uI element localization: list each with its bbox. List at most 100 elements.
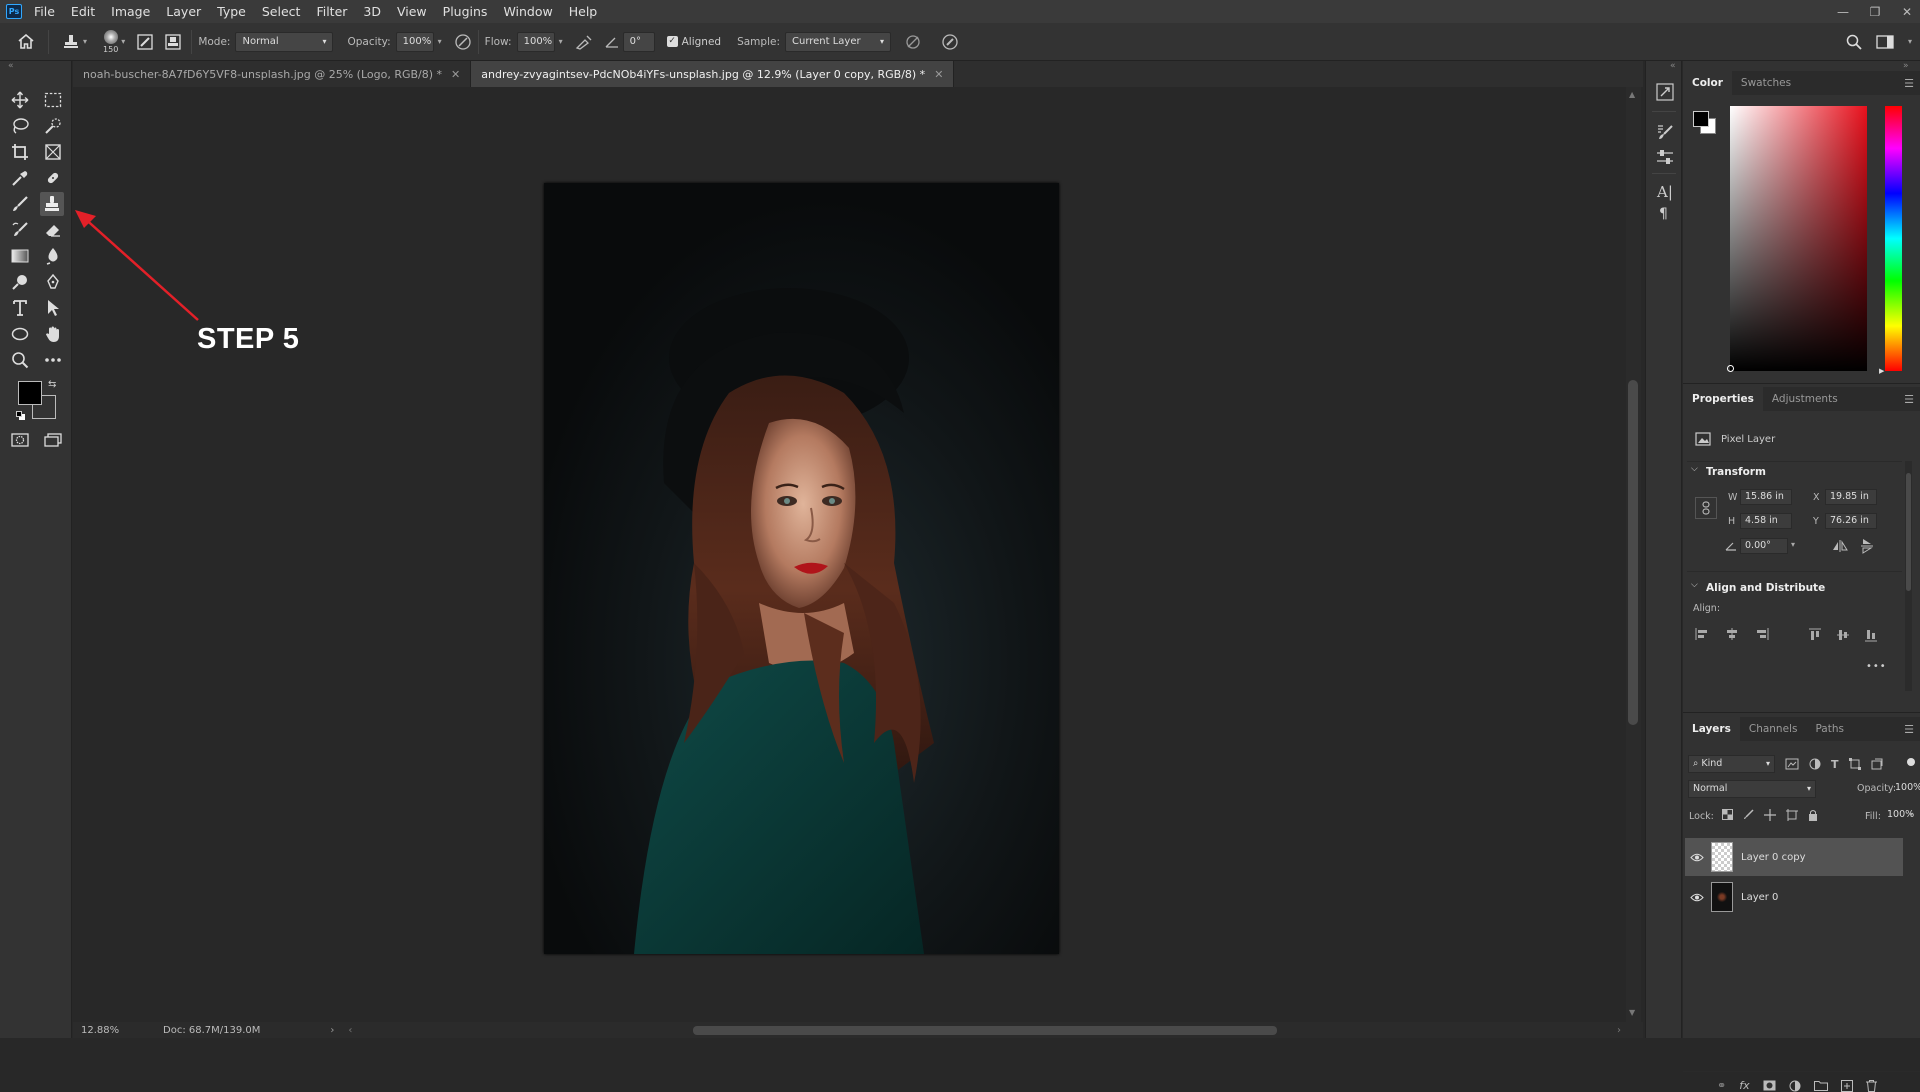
sample-dropdown[interactable]: Current Layer ▾: [785, 31, 891, 52]
eraser-tool-icon[interactable]: [41, 218, 65, 242]
panel-menu-icon[interactable]: ☰: [1904, 393, 1914, 406]
more-tools-icon[interactable]: [41, 348, 65, 372]
collapse-toolbox-icon[interactable]: «: [8, 61, 14, 71]
airbrush-icon[interactable]: [575, 34, 593, 50]
color-picker-field[interactable]: [1730, 106, 1867, 371]
tab-channels[interactable]: Channels: [1740, 717, 1807, 741]
lasso-tool-icon[interactable]: [8, 114, 32, 138]
add-mask-icon[interactable]: [1763, 1080, 1776, 1091]
menu-file[interactable]: File: [26, 0, 63, 23]
blend-mode-dropdown[interactable]: Normal ▾: [1688, 780, 1816, 798]
expand-panels-icon[interactable]: «: [1670, 61, 1676, 71]
align-top-edges-icon[interactable]: [1809, 628, 1821, 642]
layer-effects-icon[interactable]: fx: [1739, 1079, 1749, 1092]
close-tab-icon[interactable]: ✕: [934, 68, 943, 81]
transform-section-title[interactable]: Transform: [1706, 466, 1766, 478]
link-layers-icon[interactable]: ⚭: [1717, 1079, 1726, 1092]
filter-toggle[interactable]: [1907, 758, 1915, 766]
tab-layers[interactable]: Layers: [1683, 717, 1740, 741]
clone-source-icon[interactable]: [165, 33, 181, 50]
layer-opacity-field[interactable]: 100%: [1891, 780, 1920, 798]
dodge-tool-icon[interactable]: [8, 270, 32, 294]
filter-type-icon[interactable]: T: [1831, 758, 1839, 771]
align-left-edges-icon[interactable]: [1695, 628, 1709, 642]
layer-filter-kind[interactable]: ⌕ Kind ▾: [1688, 755, 1775, 773]
history-panel-icon[interactable]: [1656, 83, 1674, 101]
menu-edit[interactable]: Edit: [63, 0, 103, 23]
chevron-down-icon[interactable]: ▾: [559, 37, 563, 46]
tab-swatches[interactable]: Swatches: [1732, 71, 1800, 95]
chevron-down-icon[interactable]: ⌵: [1691, 580, 1698, 590]
properties-scrollbar-thumb[interactable]: [1906, 473, 1911, 591]
tool-preset-picker[interactable]: ▾: [63, 34, 87, 50]
chevron-down-icon[interactable]: ▾: [438, 37, 442, 46]
quick-selection-tool-icon[interactable]: [41, 114, 65, 138]
visibility-eye-icon[interactable]: [1685, 893, 1709, 902]
menu-filter[interactable]: Filter: [308, 0, 355, 23]
lock-position-icon[interactable]: [1764, 809, 1776, 821]
new-layer-icon[interactable]: [1840, 1079, 1853, 1092]
workspace-icon[interactable]: [1876, 34, 1894, 49]
clone-source-panel-icon[interactable]: [1656, 149, 1674, 165]
zoom-tool-icon[interactable]: [8, 348, 32, 372]
menu-help[interactable]: Help: [561, 0, 606, 23]
aligned-checkbox[interactable]: ✓ Aligned: [666, 36, 721, 48]
filter-shape-icon[interactable]: [1848, 758, 1861, 771]
new-group-icon[interactable]: [1813, 1080, 1828, 1091]
status-menu-icon[interactable]: ›: [330, 1025, 334, 1036]
chevron-down-icon[interactable]: ▾: [1909, 810, 1913, 819]
layer-name[interactable]: Layer 0: [1741, 892, 1778, 903]
scroll-right-icon[interactable]: ›: [1617, 1025, 1621, 1036]
pressure-opacity-icon[interactable]: [454, 33, 472, 51]
menu-3d[interactable]: 3D: [355, 0, 389, 23]
menu-select[interactable]: Select: [254, 0, 309, 23]
close-button[interactable]: ✕: [1900, 5, 1914, 19]
document-tab-2[interactable]: andrey-zvyagintsev-PdcNOb4iYFs-unsplash.…: [471, 61, 955, 87]
tab-adjustments[interactable]: Adjustments: [1763, 387, 1847, 411]
align-horizontal-centers-icon[interactable]: [1725, 628, 1739, 642]
minimize-button[interactable]: —: [1836, 5, 1850, 19]
scroll-down-icon[interactable]: ▼: [1629, 1008, 1635, 1017]
vertical-scrollbar-thumb[interactable]: [1628, 380, 1638, 725]
flip-vertical-icon[interactable]: [1861, 538, 1873, 554]
tab-properties[interactable]: Properties: [1683, 387, 1763, 411]
brush-settings-icon[interactable]: [137, 33, 153, 50]
panel-menu-icon[interactable]: ☰: [1904, 723, 1914, 736]
swap-colors-icon[interactable]: ⇆: [48, 379, 56, 390]
pressure-size-icon[interactable]: [941, 33, 959, 51]
default-colors-icon[interactable]: [16, 411, 26, 421]
pen-tool-icon[interactable]: [41, 270, 65, 294]
layer-name[interactable]: Layer 0 copy: [1741, 852, 1805, 863]
menu-image[interactable]: Image: [103, 0, 158, 23]
home-icon[interactable]: [18, 34, 34, 49]
layer-row-layer-0[interactable]: Layer 0: [1685, 878, 1903, 916]
mode-dropdown[interactable]: Normal ▾: [235, 31, 334, 52]
more-options-icon[interactable]: •••: [1866, 661, 1887, 672]
brush-picker[interactable]: 150: [103, 29, 118, 54]
eyedropper-tool-icon[interactable]: [8, 166, 32, 190]
hue-slider[interactable]: [1885, 106, 1902, 371]
y-field[interactable]: 76.26 in: [1825, 513, 1877, 529]
brush-settings-panel-icon[interactable]: [1656, 123, 1674, 141]
delete-layer-icon[interactable]: [1865, 1079, 1877, 1092]
x-field[interactable]: 19.85 in: [1825, 489, 1877, 505]
clone-stamp-tool-icon[interactable]: [40, 192, 64, 216]
angle-field[interactable]: 0°: [622, 31, 655, 52]
layer-row-layer-0-copy[interactable]: Layer 0 copy: [1685, 838, 1903, 876]
color-picker-cursor[interactable]: [1727, 365, 1734, 372]
lock-artboard-icon[interactable]: [1786, 809, 1798, 821]
rotation-field[interactable]: 0.00°: [1740, 538, 1788, 554]
zoom-level[interactable]: 12.88%: [81, 1025, 151, 1036]
marquee-tool-icon[interactable]: [41, 88, 65, 112]
menu-layer[interactable]: Layer: [158, 0, 209, 23]
move-tool-icon[interactable]: [8, 88, 32, 112]
chevron-down-icon[interactable]: ▾: [1908, 37, 1912, 46]
menu-window[interactable]: Window: [495, 0, 560, 23]
collapse-panels-icon[interactable]: »: [1903, 61, 1909, 71]
crop-tool-icon[interactable]: [8, 140, 32, 164]
ellipse-tool-icon[interactable]: [8, 322, 32, 346]
flow-field[interactable]: 100%: [516, 31, 555, 52]
menu-view[interactable]: View: [389, 0, 435, 23]
align-section-title[interactable]: Align and Distribute: [1706, 582, 1825, 594]
width-field[interactable]: 15.86 in: [1740, 489, 1792, 505]
